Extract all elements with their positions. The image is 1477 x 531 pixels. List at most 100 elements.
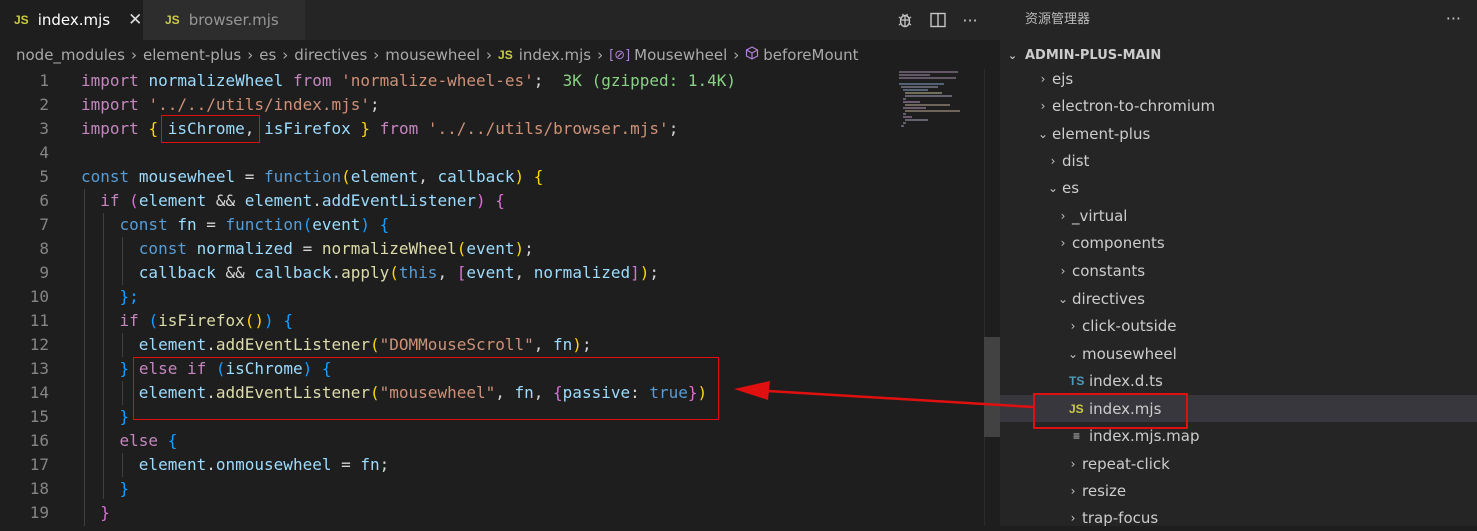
code-editor[interactable]: 1 import normalizeWheel from 'normalize-… — [0, 69, 984, 526]
token: ( — [129, 191, 139, 210]
chevron-right-icon: › — [373, 46, 380, 64]
vertical-scrollbar[interactable] — [984, 69, 1001, 526]
token: normalizeWheel — [321, 239, 457, 258]
breadcrumb-item[interactable]: directives — [294, 46, 367, 64]
line-content: element.onmousewheel = fn; — [81, 453, 389, 477]
code-line: 6 if (element && element.addEventListene… — [0, 189, 980, 213]
breadcrumb-item[interactable]: node_modules — [16, 46, 125, 64]
token: ; — [533, 71, 544, 90]
tree-folder-es[interactable]: ⌄ es — [1000, 174, 1477, 201]
breadcrumb-symbol[interactable]: Mousewheel — [634, 46, 727, 64]
breadcrumb-item[interactable]: mousewheel — [385, 46, 480, 64]
minimap[interactable] — [898, 69, 970, 129]
tree-folder-element-plus[interactable]: ⌄ element-plus — [1000, 120, 1477, 147]
code-line: 17 element.onmousewheel = fn; — [0, 453, 980, 477]
tree-folder-ejs[interactable]: › ejs — [1000, 65, 1477, 92]
chevron-down-icon: ⌄ — [1057, 291, 1069, 306]
token: . — [206, 335, 216, 354]
tree-folder-constants[interactable]: › constants — [1000, 257, 1477, 284]
token: . — [312, 191, 322, 210]
tree-folder-click-outside[interactable]: › click-outside — [1000, 312, 1477, 339]
tree-folder-mousewheel[interactable]: ⌄ mousewheel — [1000, 340, 1477, 367]
token: addEventListener — [321, 191, 476, 210]
line-content: const mousewheel = function(element, cal… — [81, 165, 543, 189]
line-number: 14 — [29, 383, 49, 402]
line-content: const fn = function(event) { — [81, 213, 390, 237]
line-content: } — [81, 501, 110, 525]
line-number: 15 — [29, 407, 49, 426]
token: { — [379, 215, 390, 234]
token: && — [206, 191, 245, 210]
line-number: 19 — [29, 503, 49, 522]
token: event — [466, 239, 515, 258]
token: ( — [456, 239, 467, 258]
token: addEventListener — [215, 335, 370, 354]
variable-symbol-icon: [⊘] — [609, 47, 631, 63]
token: import — [81, 95, 139, 114]
code-line: 11 if (isFirefox()) { — [0, 309, 980, 333]
line-content: } — [81, 477, 130, 501]
breadcrumb-item[interactable]: es — [259, 46, 276, 64]
tab-label: browser.mjs — [188, 11, 279, 29]
line-number: 9 — [39, 263, 49, 282]
token: event — [312, 215, 361, 234]
chevron-right-icon: › — [733, 46, 740, 64]
scrollbar-thumb[interactable] — [984, 337, 1000, 437]
token: element — [138, 455, 207, 474]
chevron-down-icon: ⌄ — [1067, 346, 1079, 361]
token: fn — [177, 215, 197, 234]
chevron-right-icon: › — [1050, 153, 1056, 168]
line-content: }; — [81, 285, 139, 309]
code-line: 2 import '../../utils/index.mjs'; — [0, 93, 980, 117]
tree-file-index-d-ts[interactable]: TS index.d.ts — [1000, 367, 1477, 394]
tree-folder-trap-focus[interactable]: › trap-focus — [1000, 504, 1477, 531]
tree-item-label: mousewheel — [1082, 344, 1177, 363]
token: event — [466, 263, 515, 282]
line-number: 12 — [29, 335, 49, 354]
tree-item-label: element-plus — [1052, 124, 1151, 143]
more-actions-icon[interactable]: ··· — [1446, 0, 1461, 40]
token: ) — [514, 167, 525, 186]
tree-folder-electron-to-chromium[interactable]: › electron-to-chromium — [1000, 92, 1477, 119]
token: { — [283, 311, 293, 330]
tree-folder-directives[interactable]: ⌄ directives — [1000, 285, 1477, 312]
token: ; — [668, 119, 679, 138]
token: mousewheel — [138, 167, 236, 186]
token: ) — [639, 263, 650, 282]
line-number: 17 — [29, 455, 49, 474]
tree-folder-resize[interactable]: › resize — [1000, 477, 1477, 504]
line-number: 11 — [29, 311, 49, 330]
token: } — [119, 479, 130, 498]
token: isFirefox — [264, 119, 351, 138]
tab-browser-mjs[interactable]: JS browser.mjs — [143, 0, 306, 40]
tree-item-label: index.d.ts — [1089, 371, 1163, 390]
breadcrumb-item[interactable]: element-plus — [143, 46, 241, 64]
token: import — [81, 119, 139, 138]
explorer-panel: 资源管理器 ··· ⌄ ADMIN-PLUS-MAIN › ejs › electr… — [1000, 0, 1477, 527]
token: import — [81, 71, 139, 90]
line-number: 10 — [29, 287, 49, 306]
more-actions-icon[interactable]: ··· — [955, 0, 985, 40]
token: from — [379, 119, 419, 138]
breadcrumb-symbol[interactable]: beforeMount — [763, 46, 858, 64]
debug-bug-icon[interactable] — [890, 0, 920, 40]
token: ; — [524, 239, 534, 258]
token: fn — [360, 455, 380, 474]
token: } — [100, 503, 110, 522]
token: element — [138, 335, 207, 354]
line-number: 1 — [39, 71, 49, 90]
token: ( — [370, 335, 380, 354]
token: ( — [389, 263, 399, 282]
token: = — [196, 215, 226, 234]
token: callback — [138, 263, 216, 282]
split-editor-icon[interactable] — [923, 0, 953, 40]
breadcrumb-file[interactable]: index.mjs — [519, 46, 591, 64]
tree-folder-repeat-click[interactable]: › repeat-click — [1000, 450, 1477, 477]
close-icon[interactable]: ✕ — [128, 10, 142, 30]
tree-folder-components[interactable]: › components — [1000, 229, 1477, 256]
code-line: 12 element.addEventListener("DOMMouseScr… — [0, 333, 980, 357]
tree-folder-dist[interactable]: › dist — [1000, 147, 1477, 174]
tree-folder-virtual[interactable]: › _virtual — [1000, 202, 1477, 229]
tab-index-mjs[interactable]: JS index.mjs ✕ — [0, 0, 143, 40]
token: const — [138, 239, 187, 258]
